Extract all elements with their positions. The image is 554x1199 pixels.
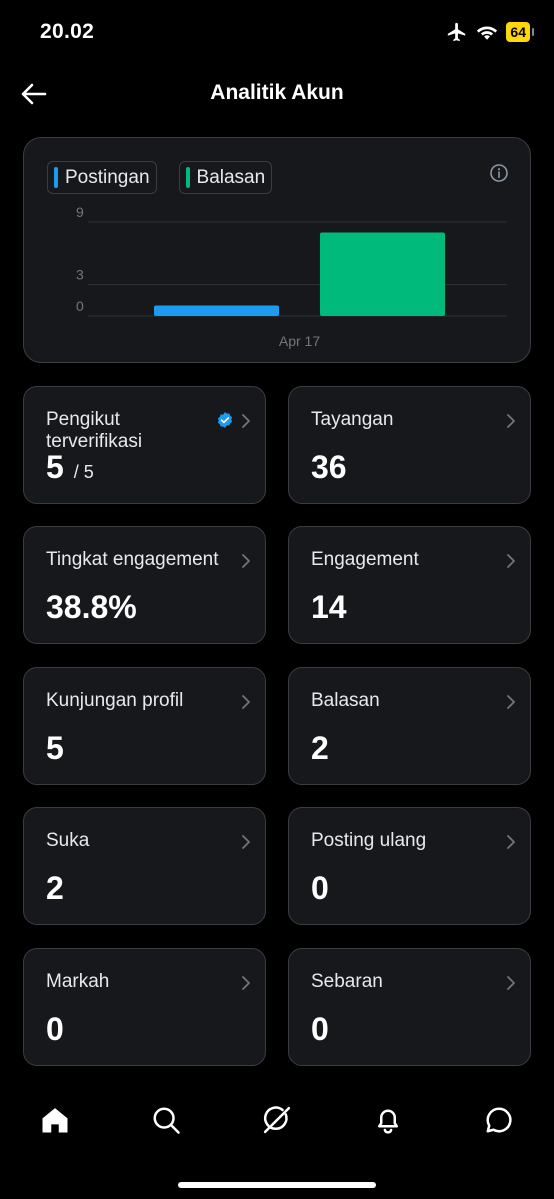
chevron-right-icon bbox=[507, 414, 515, 428]
stat-value: 5 bbox=[46, 730, 64, 766]
stat-card-impressions[interactable]: Tayangan 36 bbox=[288, 386, 531, 504]
verified-badge-icon bbox=[217, 412, 233, 428]
messages-icon bbox=[486, 1107, 512, 1133]
page-title: Analitik Akun bbox=[210, 81, 344, 104]
search-icon bbox=[153, 1107, 180, 1134]
header: Analitik Akun bbox=[0, 72, 554, 116]
chevron-right-icon bbox=[507, 695, 515, 709]
stat-value: 2 bbox=[46, 870, 64, 906]
legend-item-balasan[interactable]: Balasan bbox=[178, 161, 273, 194]
bar-balasan[interactable] bbox=[320, 232, 445, 316]
chart-card: 0 3 9 Apr 17 Postingan Balasan bbox=[23, 137, 531, 363]
chevron-right-icon bbox=[242, 976, 250, 990]
stat-value: 0 bbox=[311, 1011, 329, 1047]
chevron-right-icon bbox=[507, 976, 515, 990]
y-tick-label: 3 bbox=[76, 267, 84, 283]
x-tick-label: Apr 17 bbox=[279, 333, 320, 349]
chevron-right-icon bbox=[242, 695, 250, 709]
nav-messages[interactable] bbox=[481, 1102, 517, 1138]
home-indicator bbox=[178, 1182, 376, 1188]
bottom-nav bbox=[0, 1090, 554, 1150]
stat-card-replies[interactable]: Balasan 2 bbox=[288, 667, 531, 785]
airplane-icon bbox=[448, 22, 466, 42]
legend-swatch-postingan bbox=[54, 167, 58, 188]
stat-label: Tingkat engagement bbox=[46, 549, 219, 570]
stat-label: Sebaran bbox=[311, 971, 383, 992]
status-time: 20.02 bbox=[40, 20, 95, 43]
stat-value: 0 bbox=[311, 870, 329, 906]
stat-label: Balasan bbox=[311, 690, 380, 711]
status-bar: 20.02 64 bbox=[0, 0, 554, 66]
chevron-right-icon bbox=[242, 414, 250, 428]
legend-label-postingan: Postingan bbox=[65, 166, 150, 188]
stat-label: Posting ulang bbox=[311, 830, 427, 851]
stat-label: Engagement bbox=[311, 549, 419, 570]
stat-label: Kunjungan profil bbox=[46, 690, 184, 711]
chevron-right-icon bbox=[507, 554, 515, 568]
stat-card-shares[interactable]: Sebaran 0 bbox=[288, 948, 531, 1066]
stat-value: 5 / 5 bbox=[46, 449, 94, 486]
status-icons: 64 bbox=[446, 21, 534, 43]
info-icon[interactable] bbox=[488, 162, 510, 184]
chevron-right-icon bbox=[242, 554, 250, 568]
nav-search[interactable] bbox=[148, 1102, 184, 1138]
nav-notifications[interactable] bbox=[370, 1102, 406, 1138]
stat-value: 38.8% bbox=[46, 589, 137, 625]
stat-card-engagements[interactable]: Engagement 14 bbox=[288, 526, 531, 644]
stat-label: Markah bbox=[46, 971, 110, 992]
stat-value-total: / 5 bbox=[73, 462, 94, 482]
nav-grok[interactable] bbox=[259, 1102, 295, 1138]
chevron-right-icon bbox=[242, 835, 250, 849]
stat-label: Suka bbox=[46, 830, 90, 851]
battery-level: 64 bbox=[506, 22, 534, 42]
stat-card-profile-visits[interactable]: Kunjungan profil 5 bbox=[23, 667, 266, 785]
stat-value: 36 bbox=[311, 449, 347, 485]
stat-label: Tayangan bbox=[311, 409, 394, 430]
chart-legend: Postingan Balasan bbox=[47, 161, 273, 194]
legend-item-postingan[interactable]: Postingan bbox=[47, 161, 157, 194]
legend-swatch-balasan bbox=[185, 167, 190, 188]
grok-icon bbox=[263, 1106, 291, 1134]
stat-value-number: 5 bbox=[46, 449, 64, 485]
wifi-icon bbox=[477, 26, 498, 40]
stat-value: 14 bbox=[311, 589, 347, 625]
stat-card-verified-followers[interactable]: Pengikut terverifikasi 5 / 5 bbox=[23, 386, 266, 504]
home-icon bbox=[42, 1108, 68, 1133]
stat-card-reposts[interactable]: Posting ulang 0 bbox=[288, 807, 531, 925]
y-tick-label: 0 bbox=[76, 298, 84, 314]
y-tick-label: 9 bbox=[76, 204, 84, 220]
stat-label: Pengikut terverifikasi bbox=[46, 409, 143, 452]
legend-label-balasan: Balasan bbox=[196, 166, 266, 188]
bar-postingan[interactable] bbox=[154, 305, 279, 316]
nav-home[interactable] bbox=[37, 1102, 73, 1138]
stat-card-bookmarks[interactable]: Markah 0 bbox=[23, 948, 266, 1066]
stat-card-engagement-rate[interactable]: Tingkat engagement 38.8% bbox=[23, 526, 266, 644]
stat-value: 0 bbox=[46, 1011, 64, 1047]
stat-value: 2 bbox=[311, 730, 329, 766]
chevron-right-icon bbox=[507, 835, 515, 849]
bell-icon bbox=[378, 1109, 398, 1134]
stat-card-likes[interactable]: Suka 2 bbox=[23, 807, 266, 925]
